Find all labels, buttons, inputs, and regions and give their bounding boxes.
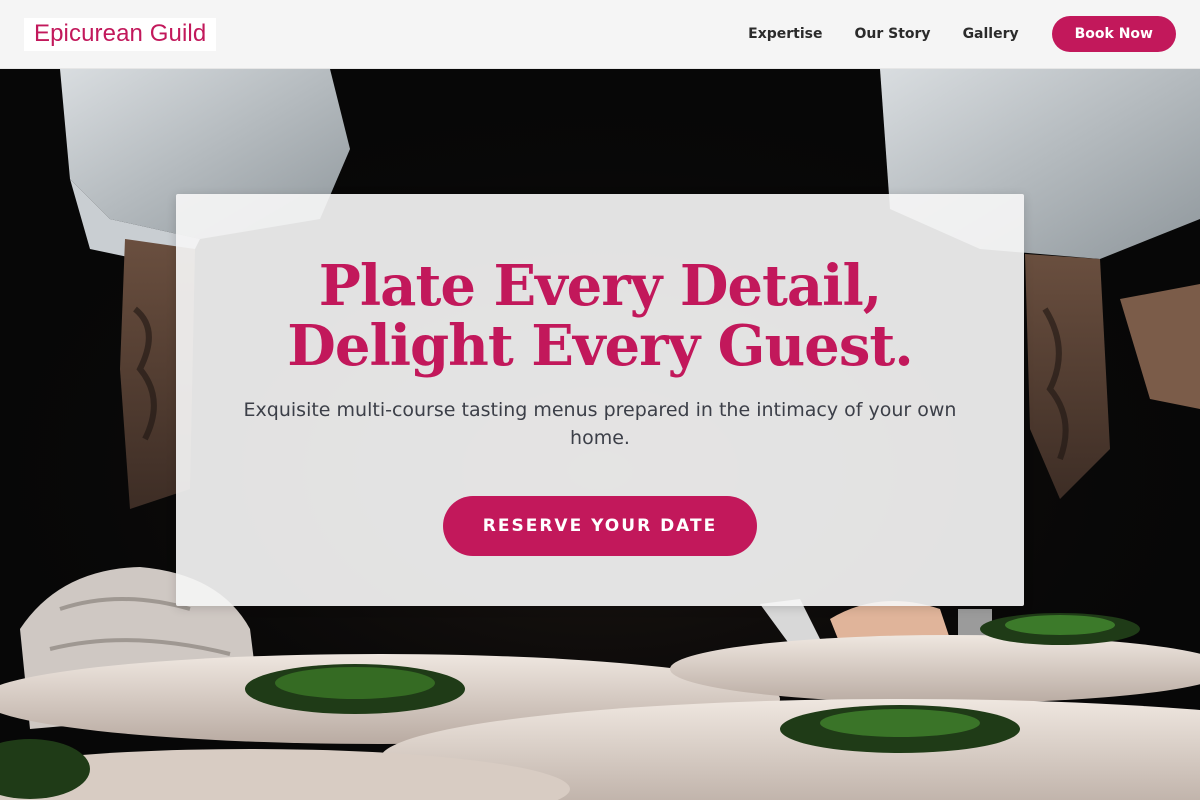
main-nav: Expertise Our Story Gallery Book Now <box>748 0 1176 68</box>
hero-subtitle: Exquisite multi-course tasting menus pre… <box>243 399 957 449</box>
hero-title-line-1: Plate Every Detail, <box>318 253 882 319</box>
hero-title-line-2: Delight Every Guest. <box>287 313 913 379</box>
book-now-button[interactable]: Book Now <box>1051 16 1176 52</box>
site-header: Epicurean Guild Expertise Our Story Gall… <box>0 0 1200 69</box>
nav-link-our-story[interactable]: Our Story <box>854 26 930 42</box>
nav-link-expertise[interactable]: Expertise <box>748 26 822 42</box>
hero-title: Plate Every Detail, Delight Every Guest. <box>176 256 1024 376</box>
hero-card: Plate Every Detail, Delight Every Guest.… <box>176 194 1024 606</box>
brand-logo[interactable]: Epicurean Guild <box>24 17 217 51</box>
nav-link-gallery[interactable]: Gallery <box>963 26 1019 42</box>
reserve-date-button[interactable]: RESERVE YOUR DATE <box>442 496 758 556</box>
